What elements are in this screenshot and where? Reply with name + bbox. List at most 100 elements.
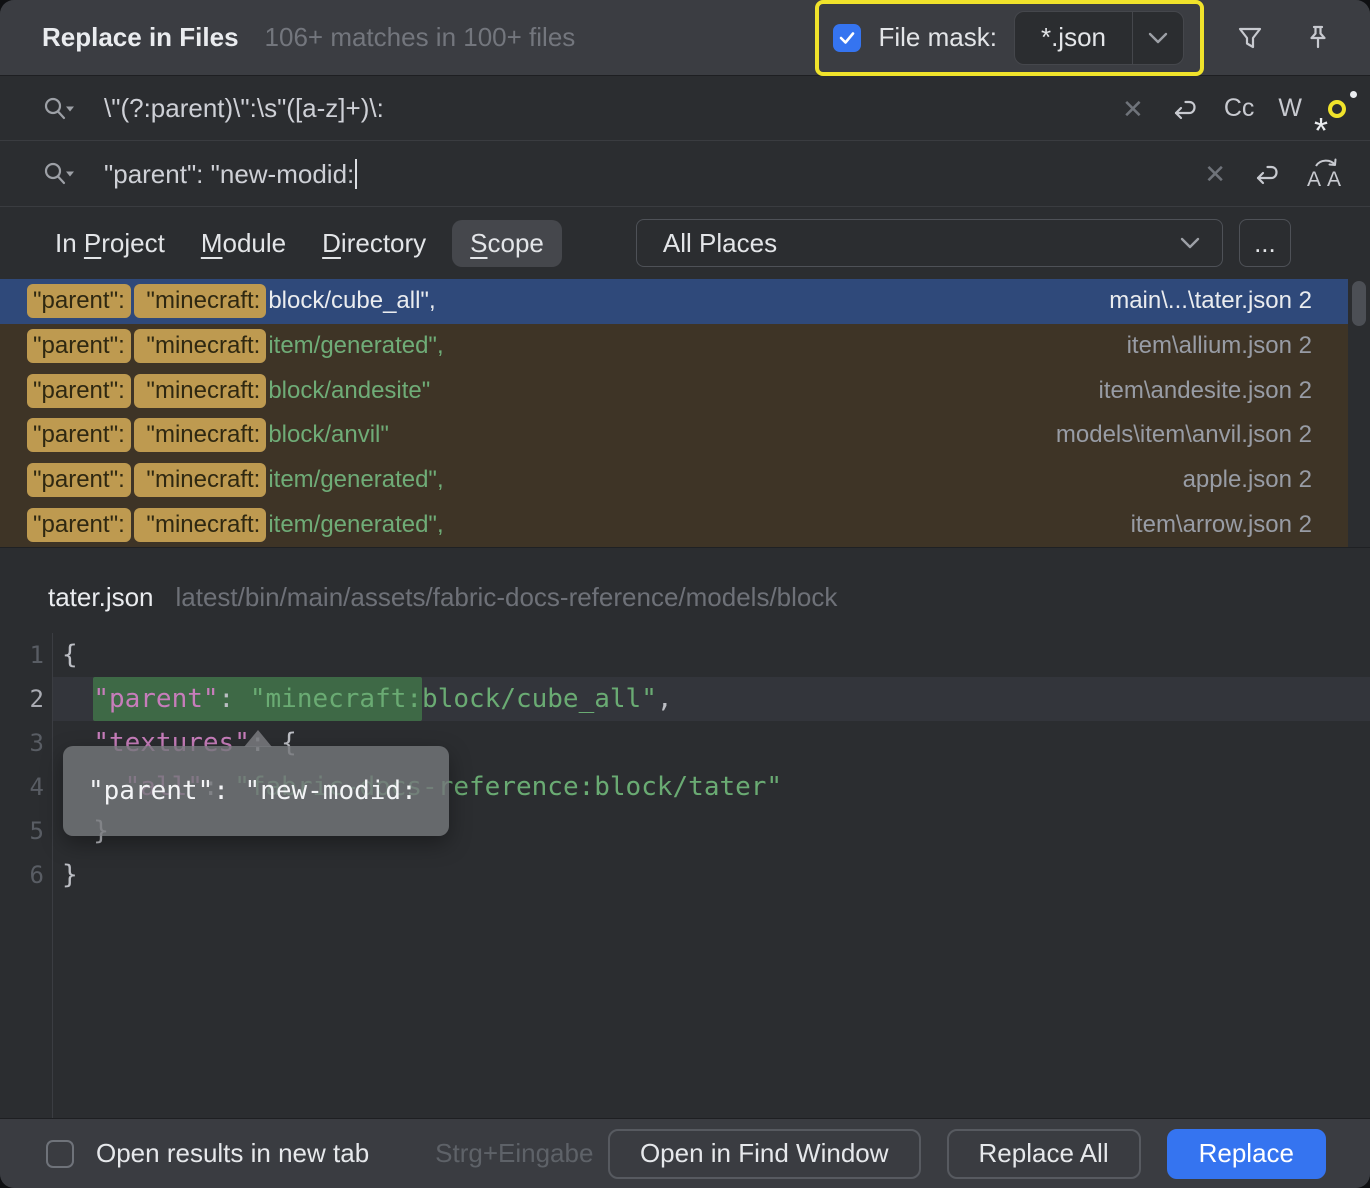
results-scrollbar[interactable] <box>1352 281 1366 326</box>
checkmark-icon <box>837 28 857 48</box>
match-highlight: "minecraft: <box>134 418 267 452</box>
line-number: 1 <box>0 641 44 669</box>
filter-results-button[interactable] <box>1228 16 1272 60</box>
filter-icon <box>1234 22 1266 54</box>
result-file-label: apple.json 2 <box>1183 466 1312 494</box>
search-results-list: "parent": "minecraft:block/cube_all",mai… <box>0 279 1370 548</box>
result-row[interactable]: "parent": "minecraft:block/anvil" models\… <box>0 413 1348 458</box>
scope-dropdown[interactable]: All Places <box>636 219 1223 267</box>
scope-tab-in-project[interactable]: In Project <box>55 228 165 259</box>
result-row[interactable]: "parent": "minecraft:block/andesite" item… <box>0 368 1348 413</box>
search-history-button[interactable] <box>42 94 78 124</box>
line-number: 6 <box>0 861 44 889</box>
pin-window-button[interactable] <box>1296 16 1340 60</box>
match-context: block/anvil" <box>268 421 389 449</box>
result-file-label: item\andesite.json 2 <box>1099 377 1312 405</box>
replace-input[interactable]: "parent": "new-modid: <box>104 159 357 190</box>
preview-filename: tater.json <box>48 582 154 613</box>
result-row[interactable]: "parent": "minecraft:block/cube_all",mai… <box>0 279 1348 324</box>
editor-match-highlight: "parent": "minecraft: <box>93 677 422 721</box>
chevron-down-icon <box>1147 31 1169 45</box>
match-highlight: "parent": <box>27 418 131 452</box>
result-file-label: item\allium.json 2 <box>1127 332 1312 360</box>
file-mask-value: *.json <box>1015 22 1132 53</box>
open-in-find-window-button[interactable]: Open in Find Window <box>608 1129 921 1179</box>
filemask-highlight-annotation: File mask: *.json <box>815 0 1204 76</box>
result-file-label: item\arrow.json 2 <box>1131 511 1312 539</box>
line-number: 2 <box>0 685 44 713</box>
match-context: block/andesite" <box>268 377 430 405</box>
svg-text:A: A <box>1327 168 1341 191</box>
code-line[interactable]: 6} <box>0 853 1370 897</box>
match-context: item/generated", <box>268 466 443 494</box>
insert-newline-icon[interactable] <box>1250 159 1282 189</box>
match-highlight: "minecraft: <box>134 374 267 408</box>
replacement-preview-tooltip: "parent": "new-modid: <box>63 746 449 836</box>
scope-selector-row: In Project Module Directory Scope All Place… <box>0 207 1370 279</box>
replace-in-files-dialog: Replace in Files 106+ matches in 100+ fi… <box>0 0 1370 1188</box>
match-highlight: "minecraft: <box>134 463 267 497</box>
preserve-case-icon: A A <box>1306 157 1346 191</box>
match-context: item/generated", <box>268 332 443 360</box>
match-highlight: "minecraft: <box>134 329 267 363</box>
scope-dropdown-value: All Places <box>663 228 777 259</box>
scope-tab-directory[interactable]: Directory <box>322 228 426 259</box>
result-file-label: models\item\anvil.json 2 <box>1056 421 1312 449</box>
scope-tab-scope[interactable]: Scope <box>452 220 562 267</box>
search-icon <box>42 159 78 189</box>
preserve-case-toggle[interactable]: A A <box>1306 157 1346 191</box>
clear-search-icon[interactable]: ✕ <box>1122 96 1144 122</box>
file-mask-label: File mask: <box>878 22 996 53</box>
result-row[interactable]: "parent": "minecraft:item/generated", app… <box>0 458 1348 503</box>
search-icon <box>42 94 78 124</box>
preview-file-header: tater.json latest/bin/main/assets/fabric… <box>0 561 1370 633</box>
replace-history-button[interactable] <box>42 159 78 189</box>
shortcut-hint: Strg+Eingabe <box>435 1138 593 1169</box>
code-line[interactable]: 2 "parent": "minecraft:block/cube_all", <box>0 677 1370 721</box>
match-highlight: "parent": <box>27 463 131 497</box>
code-line[interactable]: 1{ <box>0 633 1370 677</box>
chevron-down-icon <box>1178 235 1202 251</box>
replace-field-actions: ✕ A A <box>1204 157 1346 191</box>
replace-button[interactable]: Replace <box>1167 1129 1326 1179</box>
match-highlight: "parent": <box>27 284 131 318</box>
regex-icon <box>1350 91 1357 98</box>
line-number: 5 <box>0 817 44 845</box>
dialog-footer: Open results in new tab Strg+Eingabe Ope… <box>0 1118 1370 1188</box>
scope-tab-module[interactable]: Module <box>201 228 286 259</box>
result-file-label: main\...\tater.json 2 <box>1109 287 1312 315</box>
open-results-label: Open results in new tab <box>96 1138 369 1169</box>
code-text: "parent": "minecraft:block/cube_all", <box>62 684 673 714</box>
result-row[interactable]: "parent": "minecraft:item/generated",ite… <box>0 502 1348 547</box>
match-summary: 106+ matches in 100+ files <box>265 22 576 53</box>
replacement-preview-text: "parent": "new-modid: <box>88 776 417 806</box>
search-field-row: \"(?:parent)\":\s"([a-z]+)\: ✕ Cc W * <box>0 76 1370 141</box>
file-mask-checkbox[interactable] <box>833 24 861 52</box>
code-text: } <box>62 860 78 890</box>
clear-replace-icon[interactable]: ✕ <box>1204 161 1226 187</box>
match-case-toggle[interactable]: Cc <box>1224 94 1255 123</box>
row-separator <box>0 206 1370 207</box>
words-toggle[interactable]: W <box>1278 94 1302 123</box>
insert-newline-icon[interactable] <box>1168 94 1200 124</box>
file-mask-dropdown-button[interactable] <box>1132 12 1183 64</box>
open-results-checkbox[interactable] <box>46 1140 74 1168</box>
code-text: { <box>62 640 78 670</box>
dialog-title: Replace in Files <box>42 22 239 53</box>
match-highlight: "parent": <box>27 374 131 408</box>
match-highlight: "minecraft: <box>134 508 267 542</box>
match-context: block/cube_all", <box>268 287 435 315</box>
scope-more-button[interactable]: ... <box>1239 219 1291 267</box>
replace-all-button[interactable]: Replace All <box>947 1129 1141 1179</box>
dialog-titlebar: Replace in Files 106+ matches in 100+ fi… <box>0 0 1370 76</box>
replace-field-row: "parent": "new-modid: ✕ A A <box>0 141 1370 207</box>
svg-text:A: A <box>1307 168 1321 191</box>
preview-filepath: latest/bin/main/assets/fabric-docs-refer… <box>176 582 838 613</box>
line-number: 3 <box>0 729 44 757</box>
results-separator <box>0 548 1370 561</box>
match-context: item/generated", <box>268 511 443 539</box>
result-row[interactable]: "parent": "minecraft:item/generated",ite… <box>0 324 1348 369</box>
file-mask-combobox[interactable]: *.json <box>1014 11 1184 65</box>
code-preview-editor[interactable]: 1{2 "parent": "minecraft:block/cube_all"… <box>0 633 1370 1118</box>
search-input[interactable]: \"(?:parent)\":\s"([a-z]+)\: <box>104 93 384 124</box>
